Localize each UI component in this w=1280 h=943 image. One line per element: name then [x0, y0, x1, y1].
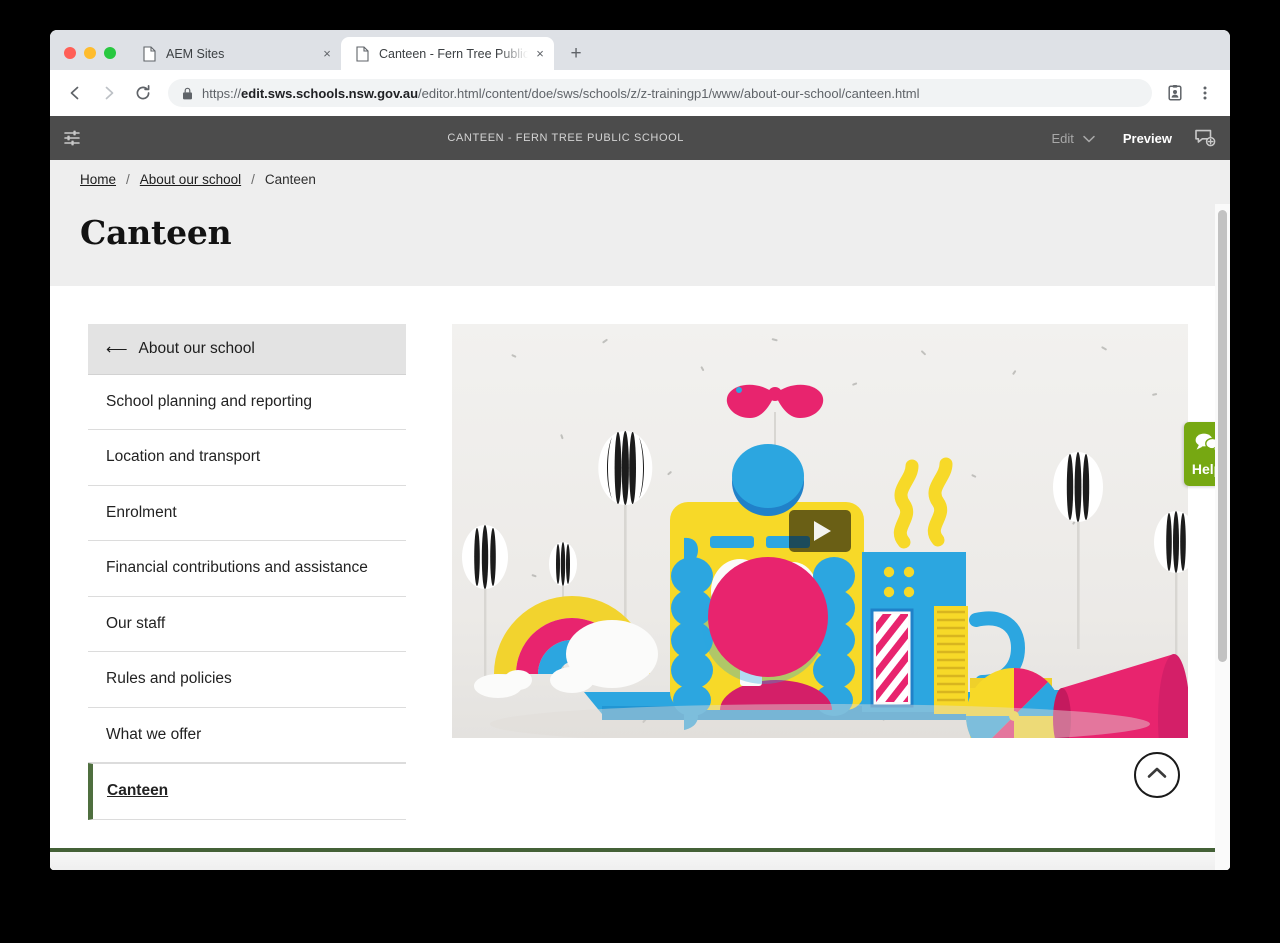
sidebar-item-label: Financial contributions and assistance [106, 559, 368, 577]
chevron-up-icon [1147, 766, 1167, 784]
sidebar-item-label: What we offer [106, 725, 202, 743]
sidebar-item-canteen[interactable]: Canteen [88, 763, 406, 820]
site-content: Home / About our school / Canteen Cantee… [50, 160, 1230, 870]
breadcrumb-separator: / [251, 172, 255, 187]
edit-mode-label: Edit [1051, 130, 1074, 146]
breadcrumb: Home / About our school / Canteen [80, 172, 1230, 187]
more-menu-icon[interactable] [1190, 78, 1220, 108]
sidebar-item-financial-contributions-and-assistance[interactable]: Financial contributions and assistance [88, 541, 406, 597]
side-panel-toggle-icon[interactable] [50, 116, 94, 160]
close-tab-button[interactable]: × [532, 46, 548, 62]
page-icon [355, 45, 369, 62]
chevron-down-icon [1083, 131, 1095, 146]
section-navigation: ⟵ About our school School planning and r… [88, 324, 406, 820]
close-tab-button[interactable]: × [319, 46, 335, 62]
breadcrumb-item-home[interactable]: Home [80, 172, 116, 187]
forward-arrow-icon[interactable] [94, 78, 124, 108]
sidebar-item-label: Enrolment [106, 503, 177, 521]
reload-icon[interactable] [128, 78, 158, 108]
back-to-top-button[interactable] [1134, 752, 1180, 798]
aem-toolbar-actions: Edit Preview [1037, 116, 1230, 160]
sidebar-item-label: Location and transport [106, 448, 261, 466]
url-path: /editor.html/content/doe/sws/schools/z/z… [418, 85, 920, 101]
sidebar-item-rules-and-policies[interactable]: Rules and policies [88, 652, 406, 708]
sidebar-item-school-planning-and-reporting[interactable]: School planning and reporting [88, 375, 406, 431]
tab-title: AEM Sites [166, 46, 225, 61]
sidebar-parent-link[interactable]: ⟵ About our school [88, 324, 406, 375]
sidebar-item-label: Rules and policies [106, 670, 232, 688]
tab-strip: AEM Sites × Canteen - Fern Tree Public S… [50, 30, 1230, 70]
play-button[interactable] [789, 510, 851, 552]
breadcrumb-item-about-our-school[interactable]: About our school [140, 172, 241, 187]
url-scheme: https:// [202, 85, 242, 101]
scrollbar-thumb[interactable] [1218, 210, 1227, 662]
new-tab-button[interactable]: + [562, 39, 590, 67]
sidebar-item-label: School planning and reporting [106, 393, 312, 410]
address-bar-url: https://edit.sws.schools.nsw.gov.au/edit… [202, 86, 920, 101]
video-column [452, 324, 1194, 820]
breadcrumb-band: Home / About our school / Canteen [50, 160, 1230, 187]
annotate-icon[interactable] [1186, 116, 1224, 160]
browser-tab-canteen[interactable]: Canteen - Fern Tree Public School × [341, 37, 554, 70]
maximize-window-button[interactable] [104, 47, 116, 59]
preview-button[interactable]: Preview [1109, 131, 1186, 146]
footer-strip [50, 852, 1230, 870]
video-player[interactable] [452, 324, 1188, 738]
back-arrow-icon[interactable] [60, 78, 90, 108]
sidebar-item-enrolment[interactable]: Enrolment [88, 486, 406, 542]
tab-title: Canteen - Fern Tree Public School [379, 46, 528, 61]
sidebar-item-label: Canteen [107, 782, 169, 800]
page-title-band: Canteen [50, 187, 1230, 286]
aem-editor-toolbar: CANTEEN - FERN TREE PUBLIC SCHOOL Edit P… [50, 116, 1230, 160]
sidebar-item-what-we-offer[interactable]: What we offer [88, 708, 406, 764]
close-window-button[interactable] [64, 47, 76, 59]
page-viewport: CANTEEN - FERN TREE PUBLIC SCHOOL Edit P… [50, 116, 1230, 870]
profile-card-icon[interactable] [1160, 78, 1190, 108]
sidebar-item-location-and-transport[interactable]: Location and transport [88, 430, 406, 486]
content-area: ⟵ About our school School planning and r… [50, 286, 1230, 820]
sidebar-item-our-staff[interactable]: Our staff [88, 597, 406, 653]
page-scrollbar[interactable] [1215, 204, 1230, 870]
browser-window: AEM Sites × Canteen - Fern Tree Public S… [50, 30, 1230, 870]
page-title: Canteen [80, 213, 232, 252]
address-bar[interactable]: https://edit.sws.schools.nsw.gov.au/edit… [168, 79, 1152, 107]
browser-toolbar: https://edit.sws.schools.nsw.gov.au/edit… [50, 70, 1230, 116]
sidebar-item-label: Our staff [106, 614, 166, 632]
play-triangle-icon [813, 521, 831, 541]
window-traffic-lights [50, 47, 128, 70]
page-icon [142, 45, 156, 62]
aem-page-title: CANTEEN - FERN TREE PUBLIC SCHOOL [447, 132, 684, 144]
sidebar-parent-label: About our school [138, 340, 255, 357]
breadcrumb-item-canteen: Canteen [264, 172, 316, 187]
footer-accent-rule [50, 848, 1230, 852]
edit-mode-selector[interactable]: Edit [1037, 131, 1108, 146]
minimize-window-button[interactable] [84, 47, 96, 59]
url-host: edit.sws.schools.nsw.gov.au [241, 85, 419, 101]
back-arrow-icon: ⟵ [106, 340, 128, 358]
breadcrumb-separator: / [126, 172, 130, 187]
browser-tab-aem-sites[interactable]: AEM Sites × [128, 37, 341, 70]
lock-icon [182, 87, 193, 100]
